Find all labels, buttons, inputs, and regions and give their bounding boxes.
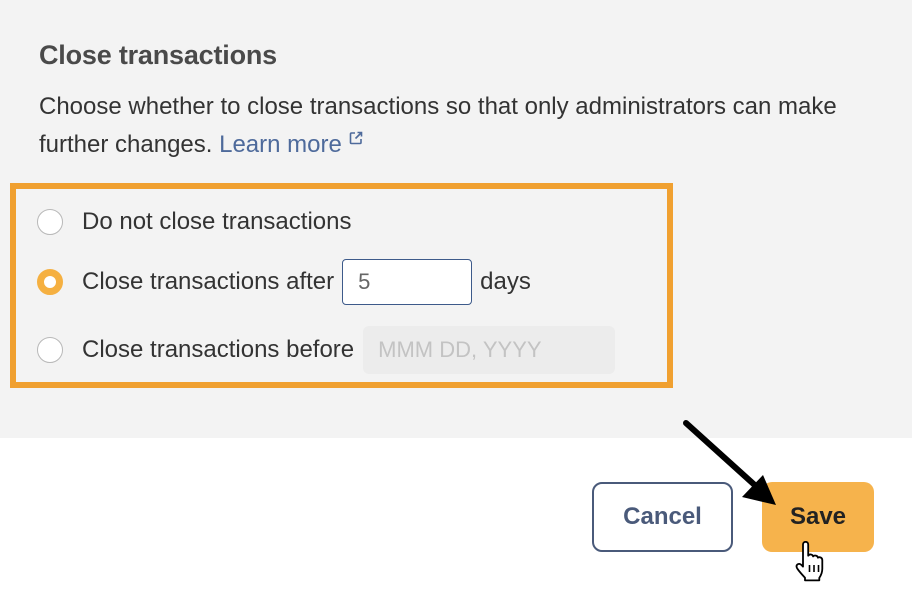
learn-more-label: Learn more xyxy=(219,131,342,158)
option-label: Do not close transactions xyxy=(82,208,352,235)
settings-panel: Close transactions Choose whether to clo… xyxy=(0,0,912,438)
hand-pointer-icon xyxy=(795,541,824,582)
date-input[interactable]: MMM DD, YYYY xyxy=(363,326,616,374)
radio-close-before[interactable] xyxy=(37,337,63,363)
option-label: Close transactions after xyxy=(82,268,335,295)
external-link-icon xyxy=(349,131,363,145)
radio-close-after[interactable] xyxy=(37,269,63,295)
option-close-after[interactable]: Close transactions after 5 days xyxy=(37,259,531,305)
option-label: Close transactions before xyxy=(82,336,355,363)
option-do-not-close[interactable]: Do not close transactions xyxy=(37,208,351,236)
annotation-arrow-icon xyxy=(683,420,776,505)
description-text: Choose whether to close transactions so … xyxy=(39,93,837,158)
learn-more-link[interactable]: Learn more xyxy=(219,131,364,158)
radio-do-not-close[interactable] xyxy=(37,209,63,235)
section-description: Choose whether to close transactions so … xyxy=(39,88,879,164)
option-close-before[interactable]: Close transactions before MMM DD, YYYY xyxy=(37,326,616,374)
days-label: days xyxy=(480,268,531,295)
days-input[interactable]: 5 xyxy=(342,259,473,305)
section-title: Close transactions xyxy=(39,40,277,70)
